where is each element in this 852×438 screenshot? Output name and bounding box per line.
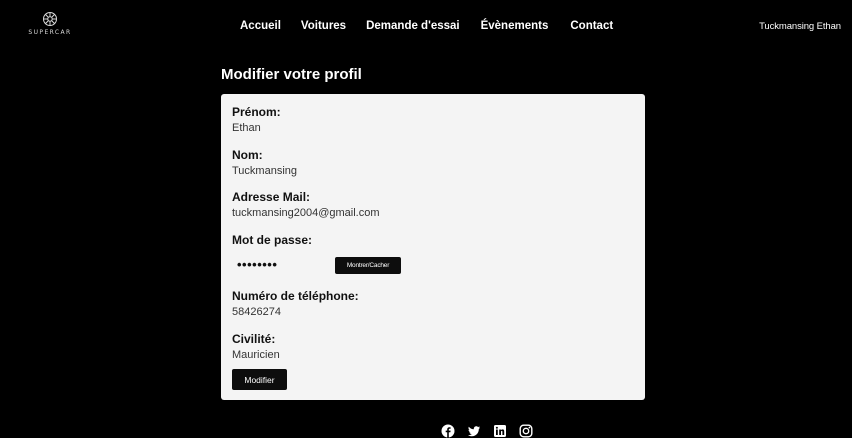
facebook-icon[interactable] (441, 424, 455, 438)
footer-social-icons (441, 424, 533, 438)
email-value: tuckmansing2004@gmail.com (232, 207, 380, 219)
profile-card: Prénom: Ethan Nom: Tuckmansing Adresse M… (221, 94, 645, 400)
top-navbar: SUPERCAR Accueil Voitures Demande d'essa… (8, 8, 852, 46)
field-phone: Numéro de téléphone: 58426274 (232, 290, 359, 319)
phone-label: Numéro de téléphone: (232, 289, 359, 303)
show-hide-password-button[interactable]: Montrer/Cacher (335, 257, 401, 274)
twitter-icon[interactable] (467, 424, 481, 438)
field-password: Mot de passe: (232, 234, 312, 247)
prenom-label: Prénom: (232, 105, 281, 119)
email-label: Adresse Mail: (232, 190, 311, 204)
field-email: Adresse Mail: tuckmansing2004@gmail.com (232, 191, 380, 220)
nom-label: Nom: (232, 148, 263, 162)
modify-profile-button[interactable]: Modifier (232, 369, 287, 390)
user-account-name[interactable]: Tuckmansing Ethan (759, 21, 841, 32)
civilite-label: Civilité: (232, 332, 276, 346)
page-title: Modifier votre profil (221, 66, 362, 83)
logo-text: SUPERCAR (28, 29, 72, 36)
nav-link-accueil[interactable]: Accueil (240, 20, 281, 32)
main-nav: Accueil Voitures Demande d'essai Évèneme… (240, 20, 613, 32)
instagram-icon[interactable] (519, 424, 533, 438)
password-label: Mot de passe: (232, 233, 313, 247)
field-civilite: Civilité: Mauricien (232, 333, 280, 362)
nav-link-voitures[interactable]: Voitures (301, 20, 346, 32)
nav-link-evenements[interactable]: Évènements (481, 20, 549, 32)
field-nom: Nom: Tuckmansing (232, 149, 297, 178)
linkedin-icon[interactable] (493, 424, 507, 438)
nom-value: Tuckmansing (232, 165, 298, 177)
civilite-value: Mauricien (232, 349, 280, 361)
page-frame: SUPERCAR Accueil Voitures Demande d'essa… (8, 8, 852, 438)
phone-value: 58426274 (232, 306, 281, 318)
prenom-value: Ethan (232, 122, 261, 134)
nav-link-demande-essai[interactable]: Demande d'essai (366, 20, 460, 32)
logo-emblem-icon (43, 12, 57, 26)
field-prenom: Prénom: Ethan (232, 106, 281, 135)
brand-logo[interactable]: SUPERCAR (20, 11, 80, 43)
password-masked-value: •••••••• (237, 257, 278, 272)
nav-link-contact[interactable]: Contact (570, 20, 613, 32)
